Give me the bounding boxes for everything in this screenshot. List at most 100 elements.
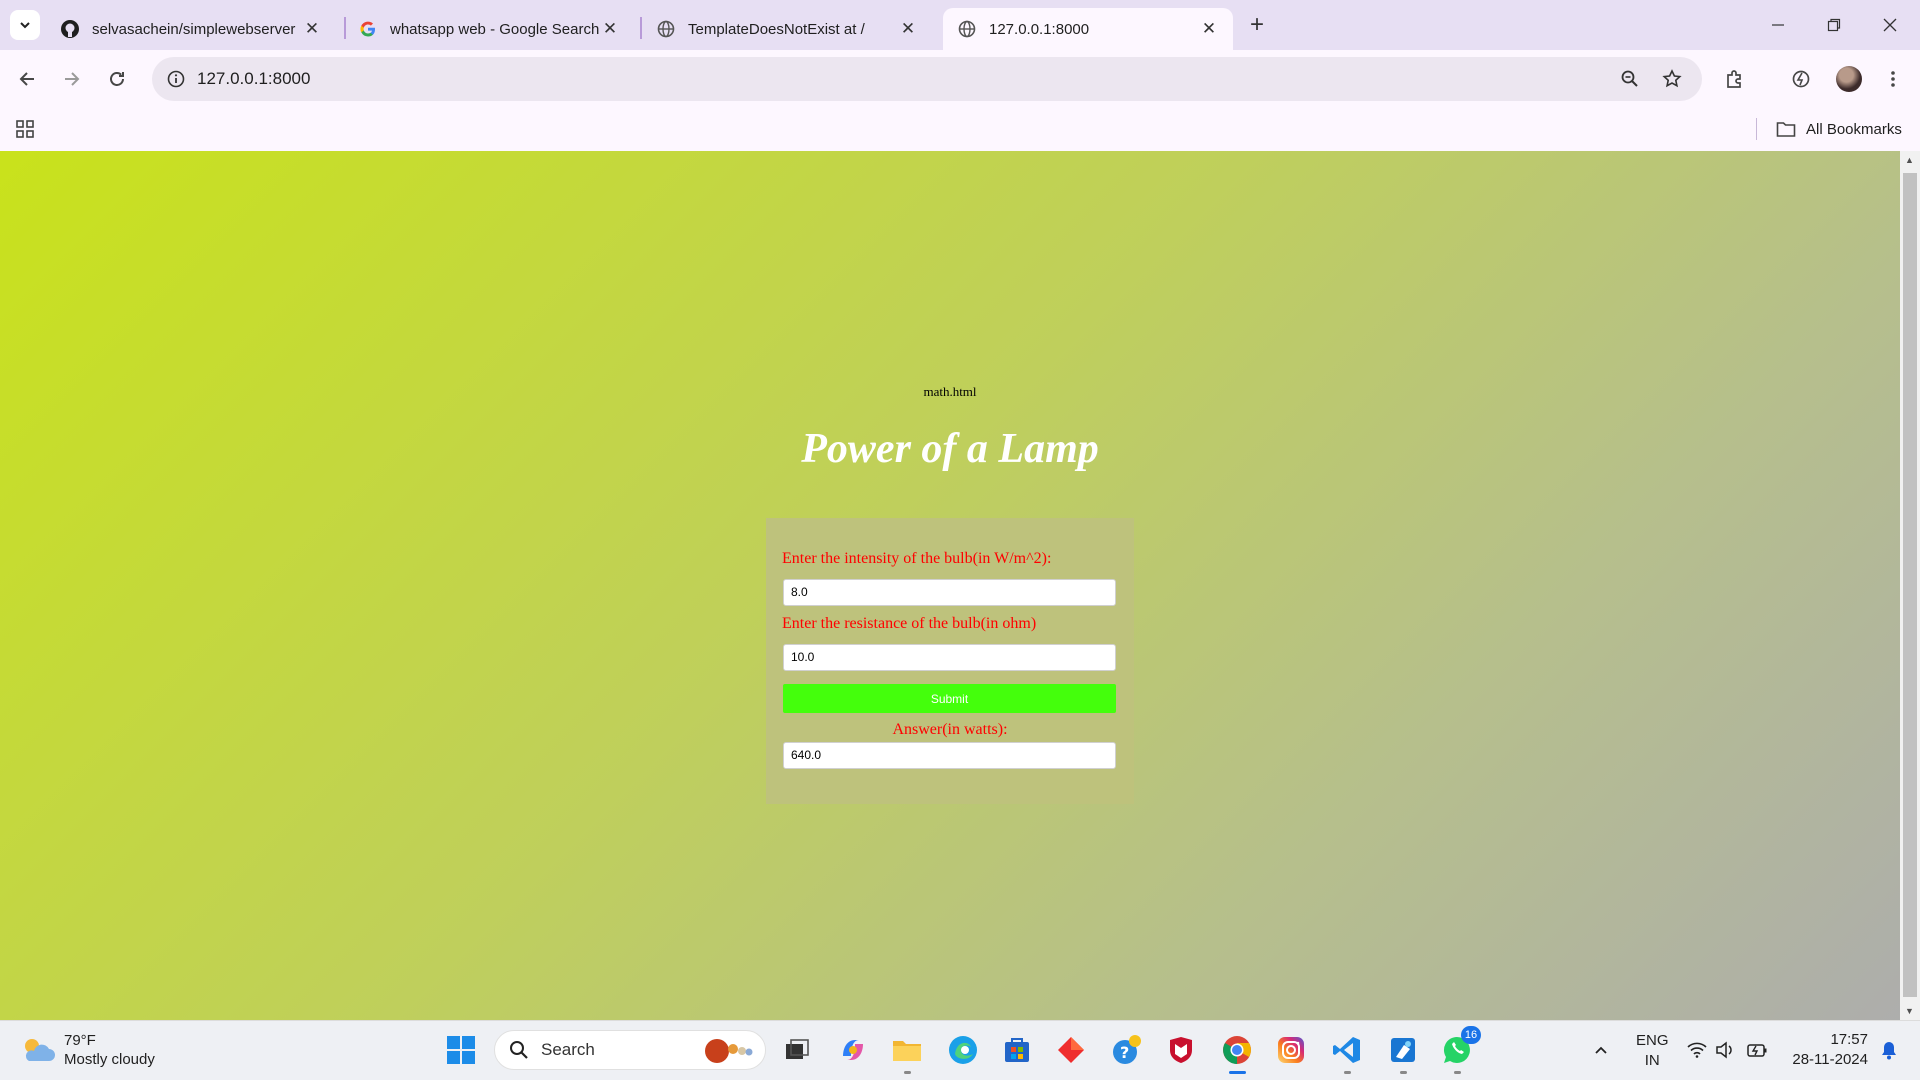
store-button[interactable]	[998, 1031, 1036, 1069]
notification-badge: 16	[1461, 1026, 1481, 1044]
github-icon	[60, 19, 80, 39]
weather-temp: 79°F	[64, 1032, 96, 1049]
task-view-icon	[786, 1039, 809, 1059]
all-bookmarks-label: All Bookmarks	[1806, 120, 1902, 138]
language-code: ENG	[1636, 1032, 1669, 1049]
bookmark-star-icon[interactable]	[1656, 63, 1688, 95]
page-viewport: math.html Power of a Lamp Enter the inte…	[0, 151, 1920, 1020]
restore-button[interactable]	[1806, 0, 1862, 50]
globe-icon	[957, 19, 977, 39]
close-icon[interactable]: ✕	[302, 19, 322, 39]
browser-toolbar: 127.0.0.1:8000	[0, 50, 1920, 108]
paint-icon	[1391, 1038, 1415, 1062]
site-info-icon[interactable]	[160, 63, 192, 95]
forward-button[interactable]	[55, 62, 89, 96]
store-icon	[1005, 1038, 1029, 1062]
speaker-icon	[1716, 1041, 1732, 1059]
more-vertical-icon	[1891, 71, 1895, 87]
back-button[interactable]	[10, 62, 44, 96]
close-icon[interactable]: ✕	[600, 19, 620, 39]
instagram-icon	[1278, 1037, 1304, 1063]
paint-app-button[interactable]	[1384, 1031, 1422, 1074]
tab-localhost-active[interactable]: 127.0.0.1:8000 ✕	[943, 8, 1233, 50]
windows-taskbar: 79°F Mostly cloudy Search ? 16 ENG IN 17…	[0, 1020, 1920, 1080]
intensity-label: Enter the intensity of the bulb(in W/m^2…	[782, 550, 1052, 567]
vscode-button[interactable]	[1328, 1031, 1366, 1074]
file-explorer-button[interactable]	[888, 1031, 926, 1074]
help-app-button[interactable]: ?	[1108, 1031, 1146, 1069]
taskbar-search[interactable]: Search	[494, 1030, 766, 1070]
search-highlight-icon	[697, 1037, 755, 1070]
performance-button[interactable]	[1784, 62, 1818, 96]
diamond-app-icon	[1058, 1037, 1084, 1063]
resistance-input[interactable]: 10.0	[783, 644, 1116, 671]
close-icon	[1883, 18, 1897, 32]
tab-title: TemplateDoesNotExist at /	[688, 20, 865, 38]
performance-icon	[1792, 70, 1810, 88]
running-indicator	[1229, 1071, 1246, 1074]
new-tab-button[interactable]: +	[1242, 10, 1272, 40]
weather-widget[interactable]: 79°F Mostly cloudy	[20, 1031, 155, 1069]
running-indicator	[904, 1071, 911, 1074]
tab-template-error[interactable]: TemplateDoesNotExist at / ✕	[642, 8, 932, 50]
instagram-button[interactable]	[1272, 1031, 1310, 1069]
power-form: Enter the intensity of the bulb(in W/m^2…	[766, 518, 1134, 804]
zoom-icon[interactable]	[1614, 63, 1646, 95]
wifi-icon	[1687, 1042, 1707, 1058]
language-indicator[interactable]: ENG IN	[1636, 1031, 1669, 1071]
submit-button[interactable]: Submit	[783, 684, 1116, 713]
bookmarks-separator	[1756, 118, 1757, 140]
copilot-button[interactable]	[834, 1031, 872, 1069]
system-clock[interactable]: 17:57 28-11-2024	[1784, 1030, 1868, 1070]
url-text[interactable]: 127.0.0.1:8000	[197, 69, 310, 89]
address-bar[interactable]: 127.0.0.1:8000	[152, 57, 1702, 101]
close-icon[interactable]: ✕	[898, 19, 918, 39]
task-view-button[interactable]	[778, 1031, 816, 1069]
chrome-button[interactable]	[1218, 1031, 1256, 1074]
mcafee-button[interactable]	[1162, 1031, 1200, 1069]
notifications-button[interactable]	[1870, 1031, 1908, 1069]
profile-avatar[interactable]	[1836, 66, 1862, 92]
minimize-button[interactable]	[1750, 0, 1806, 50]
file-label: math.html	[923, 384, 977, 399]
battery-charging-icon	[1747, 1044, 1767, 1057]
page-scrollbar[interactable]: ▲ ▼	[1900, 151, 1920, 1020]
intensity-input[interactable]: 8.0	[783, 579, 1116, 606]
menu-button[interactable]	[1876, 62, 1910, 96]
edge-button[interactable]	[944, 1031, 982, 1069]
apps-grid-icon[interactable]	[12, 116, 38, 142]
scroll-down-icon[interactable]: ▼	[1905, 1006, 1914, 1016]
bell-icon	[1882, 1042, 1896, 1060]
answer-output[interactable]: 640.0	[783, 742, 1116, 769]
weather-desc: Mostly cloudy	[64, 1051, 155, 1068]
folder-icon	[893, 1041, 921, 1061]
battery-button[interactable]	[1738, 1031, 1776, 1069]
search-icon	[510, 1041, 528, 1059]
scroll-up-icon[interactable]: ▲	[1905, 155, 1914, 165]
page-title: Power of a Lamp	[801, 426, 1099, 472]
reload-button[interactable]	[100, 62, 134, 96]
plus-icon: +	[1249, 11, 1264, 38]
tab-github[interactable]: selvasachein/simplewebserver ✕	[46, 8, 336, 50]
puzzle-icon	[1727, 70, 1741, 88]
clock-time: 17:57	[1830, 1031, 1868, 1048]
red-app-button[interactable]	[1052, 1031, 1090, 1069]
tab-search-button[interactable]	[10, 10, 40, 40]
answer-label: Answer(in watts):	[892, 721, 1008, 738]
copilot-icon	[843, 1040, 863, 1060]
scrollbar-thumb[interactable]	[1903, 173, 1917, 997]
taskbar-search-label: Search	[541, 1040, 595, 1059]
bookmarks-bar: All Bookmarks	[0, 108, 1920, 151]
start-button[interactable]	[442, 1031, 480, 1069]
tab-title: selvasachein/simplewebserver	[92, 20, 296, 38]
resistance-label: Enter the resistance of the bulb(in ohm)	[782, 615, 1037, 632]
show-hidden-icons-button[interactable]	[1582, 1031, 1620, 1069]
whatsapp-button[interactable]: 16	[1438, 1026, 1481, 1074]
all-bookmarks-button[interactable]: All Bookmarks	[1776, 117, 1902, 141]
close-window-button[interactable]	[1862, 0, 1918, 50]
tab-google-search[interactable]: whatsapp web - Google Search ✕	[344, 8, 634, 50]
close-icon[interactable]: ✕	[1199, 19, 1219, 39]
globe-icon	[656, 19, 676, 39]
extensions-button[interactable]	[1718, 62, 1752, 96]
running-indicator	[1400, 1071, 1407, 1074]
